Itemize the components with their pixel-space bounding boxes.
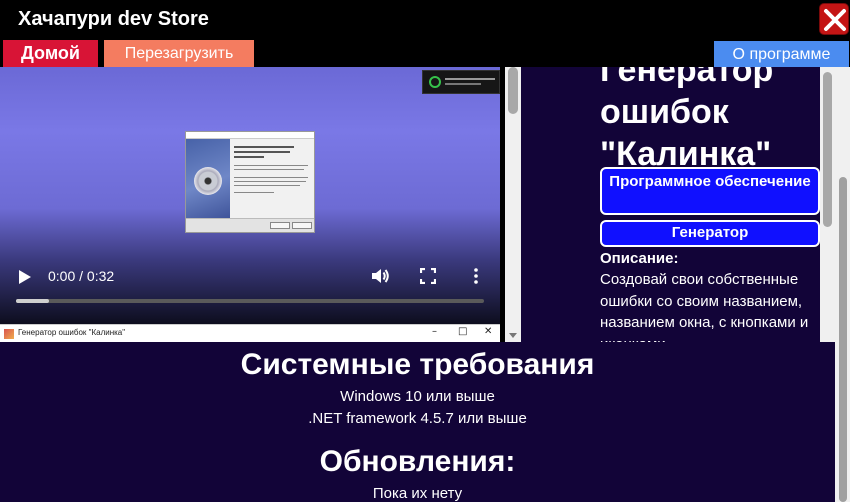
product-detail-panel: Генератор ошибок "Калинка" Программное о… [521,67,836,342]
close-button[interactable] [819,3,849,35]
window-close-icon: ✕ [484,326,493,337]
about-button[interactable]: О программе [714,41,849,67]
video-panel-scrollbar[interactable] [505,67,521,342]
home-button[interactable]: Домой [3,40,98,67]
volume-icon[interactable] [370,267,390,285]
tag-generator[interactable]: Генератор [600,220,820,247]
page-scrollbar[interactable] [835,67,850,502]
close-icon [824,9,846,31]
app-window-icon [4,329,14,339]
video-time: 0:00 / 0:32 [48,268,115,284]
product-title: Генератор ошибок "Калинка" [600,67,774,173]
requirements-heading: Системные требования [240,348,595,381]
video-progress-bar[interactable] [16,299,484,303]
video-controls: 0:00 / 0:32 [0,255,500,324]
installer-banner [186,139,230,218]
fullscreen-icon[interactable] [420,268,436,284]
scrollbar-thumb[interactable] [508,67,518,114]
requirement-item: .NET framework 4.5.7 или выше [308,410,527,427]
record-icon [429,76,441,88]
more-vert-icon[interactable] [473,268,479,284]
updates-heading: Обновления: [319,445,516,478]
description-text: Создовай свои собственные ошибки со свои… [600,271,809,342]
minimize-icon: – [432,326,437,337]
reload-button[interactable]: Перезагрузить [104,40,254,67]
description-label: Описание: [600,250,679,267]
embedded-window-titlebar: Генератор ошибок "Калинка" – □ ✕ [0,324,500,342]
video-progress-fill [16,299,49,303]
scroll-down-arrow-icon[interactable] [509,333,517,338]
installer-dialog-frame [185,131,315,233]
app-title: Хачапури dev Store [18,8,209,30]
requirement-item: Windows 10 или выше [340,388,495,405]
video-player[interactable]: 0:00 / 0:32 [0,67,500,324]
updates-text: Пока их нету [372,485,463,502]
embedded-window-title: Генератор ошибок "Калинка" [18,328,126,337]
page-scrollbar-thumb[interactable] [839,177,847,502]
scrollbar-thumb[interactable] [823,72,832,227]
main-content: Системные требования Windows 10 или выше… [0,342,835,502]
tag-software[interactable]: Программное обеспечение [600,167,820,215]
disc-icon [194,167,222,195]
detail-panel-scrollbar[interactable] [820,67,835,342]
play-icon[interactable] [18,269,32,285]
title-bar: Хачапури dev Store [0,0,850,40]
recording-overlay [422,70,500,94]
maximize-icon: □ [458,326,468,337]
